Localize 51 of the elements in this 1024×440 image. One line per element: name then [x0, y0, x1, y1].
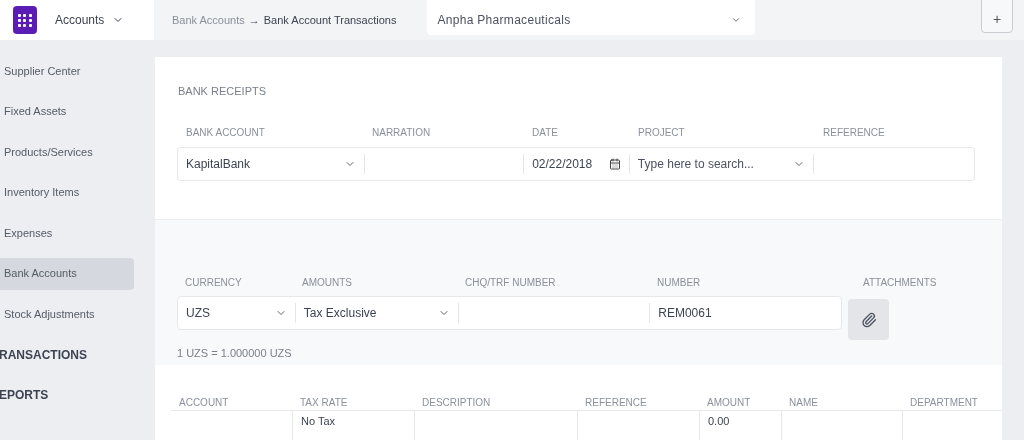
form-title: BANK RECEIPTS — [177, 84, 268, 97]
field-placeholder: Type here to search... — [637, 156, 754, 173]
app-logo-icon[interactable] — [13, 6, 37, 34]
field-label: CURRENCY — [185, 277, 242, 288]
table-cell: No Tax — [301, 415, 336, 427]
field-label: BANK ACCOUNT — [186, 127, 265, 138]
select-field[interactable]: KapitalBank — [178, 154, 364, 174]
field-label: REFERENCE — [823, 127, 885, 138]
field-value: KapitalBank — [186, 156, 251, 173]
select-field[interactable]: Tax Exclusive — [294, 303, 458, 323]
sidebar-item[interactable]: RANSACTIONS — [0, 338, 133, 371]
add-button[interactable]: + — [981, 0, 1013, 33]
field-label: DATE — [532, 127, 558, 138]
select-field[interactable]: UZS — [178, 303, 295, 323]
paperclip-icon — [860, 311, 877, 328]
date-field[interactable]: 02/22/2018 — [523, 154, 629, 174]
sidebar-item[interactable]: Fixed Assets — [0, 95, 134, 128]
field-label: PROJECT — [638, 127, 685, 138]
sidebar-item[interactable]: Expenses — [0, 217, 134, 249]
chevron-down-icon — [731, 15, 742, 25]
breadcrumb-current: Bank Account Transactions — [263, 12, 397, 28]
input-field[interactable]: REM0061 — [649, 303, 841, 323]
column-header: REFERENCE — [585, 397, 647, 408]
sidebar-item[interactable]: Products/Services — [0, 136, 134, 168]
exchange-rate: 1 UZS = 1.000000 UZS — [177, 346, 293, 361]
column-header: TAX RATE — [300, 397, 348, 408]
field-label: CHQ/TRF NUMBER — [465, 277, 556, 288]
column-header: ACCOUNT — [179, 397, 229, 408]
field-value: Tax Exclusive — [303, 305, 377, 322]
sidebar-item[interactable]: Inventory Items — [0, 176, 134, 209]
column-header: DEPARTMENT — [910, 397, 978, 408]
column-header: DESCRIPTION — [422, 397, 491, 408]
field-value: REM0061 — [658, 305, 712, 322]
sidebar-item[interactable]: Stock Adjustments — [0, 298, 134, 330]
attach-button[interactable] — [848, 299, 889, 340]
select-field[interactable]: Type here to search... — [628, 154, 814, 174]
field-label: NARRATION — [372, 127, 431, 138]
calendar-icon — [608, 158, 621, 170]
sidebar-item[interactable]: EPORTS — [0, 379, 133, 411]
column-header: AMOUNT — [707, 397, 751, 408]
sidebar-item[interactable]: Bank Accounts — [0, 257, 134, 290]
column-header: NAME — [789, 397, 818, 408]
company-select[interactable]: Anpha Pharmaceuticals — [427, 0, 756, 35]
table-cell: 0.00 — [708, 415, 730, 427]
breadcrumb-separator: → — [248, 12, 260, 28]
field-value: 02/22/2018 — [532, 156, 593, 173]
sidebar-item[interactable]: Supplier Center — [0, 55, 134, 87]
field-label: AMOUNTS — [302, 277, 352, 288]
field-label: ATTACHMENTS — [863, 277, 937, 288]
field-label: NUMBER — [657, 277, 701, 288]
field-value: UZS — [186, 305, 210, 322]
